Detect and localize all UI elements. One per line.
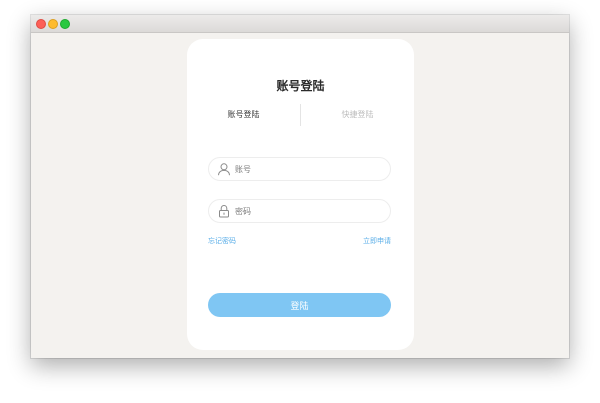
login-button[interactable]: 登陆 xyxy=(208,293,391,317)
forgot-password-link[interactable]: 忘记密码 xyxy=(208,236,236,246)
login-title: 账号登陆 xyxy=(276,79,325,93)
lock-icon xyxy=(219,204,229,218)
username-input[interactable] xyxy=(235,158,385,180)
tab-quick-login[interactable]: 快捷登陆 xyxy=(301,109,414,120)
username-field[interactable] xyxy=(208,157,391,181)
title-bar xyxy=(31,15,569,33)
user-icon xyxy=(218,163,230,176)
register-link[interactable]: 立即申请 xyxy=(363,236,391,246)
tab-account-login[interactable]: 账号登陆 xyxy=(187,109,300,120)
password-field[interactable] xyxy=(208,199,391,223)
login-card: 账号登陆 账号登陆 快捷登陆 忘记密码 立即申请 登陆 xyxy=(187,39,414,350)
app-window: 账号登陆 账号登陆 快捷登陆 忘记密码 立即申请 登陆 xyxy=(31,15,569,358)
window-title xyxy=(31,15,569,32)
password-input[interactable] xyxy=(235,200,385,222)
